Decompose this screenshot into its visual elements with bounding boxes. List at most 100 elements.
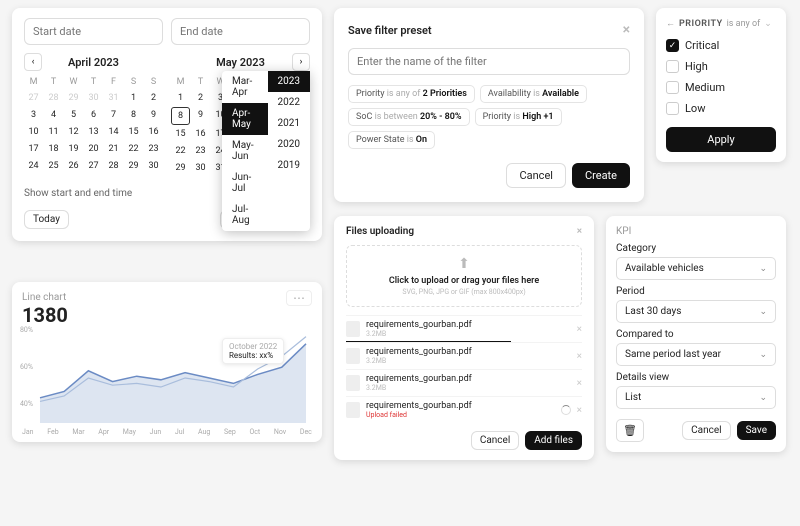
cancel-button[interactable]: Cancel xyxy=(506,163,565,188)
dropzone[interactable]: ⬆ Click to upload or drag your files her… xyxy=(346,245,582,307)
day-cell[interactable]: 30 xyxy=(191,160,210,176)
retry-icon[interactable] xyxy=(561,405,571,415)
checkbox[interactable]: ✓ xyxy=(666,39,679,52)
range-option[interactable]: May-Jun xyxy=(222,135,268,167)
day-cell[interactable]: 30 xyxy=(84,90,103,106)
priority-option[interactable]: High xyxy=(666,56,776,77)
select-details-view[interactable]: List⌄ xyxy=(616,386,776,409)
day-cell[interactable]: 15 xyxy=(124,124,143,140)
day-cell[interactable]: 14 xyxy=(104,124,123,140)
day-cell[interactable]: 13 xyxy=(84,124,103,140)
year-option[interactable]: 2021 xyxy=(268,113,310,134)
filter-name-input[interactable] xyxy=(348,48,630,75)
day-cell[interactable]: 27 xyxy=(84,158,103,174)
day-cell[interactable]: 11 xyxy=(44,124,63,140)
checkbox[interactable] xyxy=(666,102,679,115)
month-label[interactable]: April 2023 xyxy=(68,56,119,69)
day-cell[interactable]: 2 xyxy=(144,90,163,106)
day-cell[interactable]: 20 xyxy=(84,141,103,157)
save-button[interactable]: Save xyxy=(737,421,776,440)
priority-option[interactable]: ✓Critical xyxy=(666,35,776,56)
day-cell[interactable]: 23 xyxy=(191,143,210,159)
year-option[interactable]: 2023 xyxy=(268,71,310,92)
day-cell[interactable]: 19 xyxy=(64,141,83,157)
day-cell[interactable]: 3 xyxy=(24,107,43,123)
chevron-down-icon[interactable]: ⌄ xyxy=(764,19,772,29)
x-tick: Feb xyxy=(47,428,58,436)
range-option[interactable]: Jun-Jul xyxy=(222,167,268,199)
select-category[interactable]: Available vehicles⌄ xyxy=(616,257,776,280)
year-option[interactable]: 2020 xyxy=(268,134,310,155)
year-option[interactable]: 2022 xyxy=(268,92,310,113)
remove-file-button[interactable]: × xyxy=(577,351,582,362)
day-cell[interactable]: 4 xyxy=(44,107,63,123)
remove-file-button[interactable]: × xyxy=(577,378,582,389)
day-cell[interactable]: 23 xyxy=(144,141,163,157)
day-cell[interactable]: 31 xyxy=(104,90,123,106)
end-date-input[interactable] xyxy=(171,18,310,45)
apply-button[interactable]: Apply xyxy=(666,127,776,152)
priority-option[interactable]: Low xyxy=(666,98,776,119)
range-option[interactable]: Jul-Aug xyxy=(222,199,268,231)
day-cell[interactable]: 28 xyxy=(44,90,63,106)
select-compared-to[interactable]: Same period last year⌄ xyxy=(616,343,776,366)
day-cell[interactable]: 29 xyxy=(124,158,143,174)
next-month-button[interactable]: › xyxy=(292,53,310,71)
checkbox[interactable] xyxy=(666,60,679,73)
trash-icon: 🗑 xyxy=(623,424,637,437)
day-cell[interactable]: 22 xyxy=(171,143,190,159)
day-cell[interactable]: 22 xyxy=(124,141,143,157)
create-button[interactable]: Create xyxy=(572,163,630,188)
cancel-button[interactable]: Cancel xyxy=(471,431,519,450)
remove-file-button[interactable]: × xyxy=(577,324,582,335)
day-cell[interactable]: 9 xyxy=(144,107,163,123)
day-cell[interactable]: 24 xyxy=(24,158,43,174)
remove-file-button[interactable]: × xyxy=(577,405,582,416)
day-cell[interactable]: 27 xyxy=(24,90,43,106)
day-cell[interactable]: 16 xyxy=(144,124,163,140)
priority-option[interactable]: Medium xyxy=(666,77,776,98)
checkbox[interactable] xyxy=(666,81,679,94)
cancel-button[interactable]: Cancel xyxy=(682,421,730,440)
day-cell[interactable]: 25 xyxy=(44,158,63,174)
day-cell[interactable]: 30 xyxy=(144,158,163,174)
start-date-input[interactable] xyxy=(24,18,163,45)
condition-text[interactable]: is any of xyxy=(727,19,761,29)
field-label: Details view xyxy=(616,372,776,383)
day-cell[interactable]: 6 xyxy=(84,107,103,123)
day-cell[interactable]: 26 xyxy=(64,158,83,174)
day-cell[interactable]: 29 xyxy=(171,160,190,176)
day-cell[interactable]: 29 xyxy=(64,90,83,106)
delete-button[interactable]: 🗑 xyxy=(616,419,644,442)
day-cell[interactable]: 9 xyxy=(191,107,210,125)
day-cell[interactable]: 5 xyxy=(64,107,83,123)
day-cell[interactable]: 1 xyxy=(171,90,190,106)
day-cell[interactable]: 15 xyxy=(171,126,190,142)
day-cell[interactable]: 10 xyxy=(24,124,43,140)
close-icon[interactable]: × xyxy=(577,226,582,237)
today-button[interactable]: Today xyxy=(24,210,69,229)
range-option[interactable]: Mar-Apr xyxy=(222,71,268,103)
day-cell[interactable]: 12 xyxy=(64,124,83,140)
line-chart-card: Line chart 1380 ⋯ 80%60%40% JanFebMarApr… xyxy=(12,282,322,442)
day-cell[interactable]: 2 xyxy=(191,90,210,106)
day-cell[interactable]: 1 xyxy=(124,90,143,106)
more-menu-button[interactable]: ⋯ xyxy=(286,290,312,306)
range-option[interactable]: Apr-May xyxy=(222,103,268,135)
close-icon[interactable]: × xyxy=(623,22,630,38)
day-cell[interactable]: 8 xyxy=(171,107,190,125)
month-label[interactable]: May 2023 xyxy=(216,56,265,69)
day-cell[interactable]: 17 xyxy=(24,141,43,157)
select-period[interactable]: Last 30 days⌄ xyxy=(616,300,776,323)
day-cell[interactable]: 16 xyxy=(191,126,210,142)
day-cell[interactable]: 28 xyxy=(104,158,123,174)
day-cell[interactable]: 7 xyxy=(104,107,123,123)
day-cell[interactable]: 18 xyxy=(44,141,63,157)
year-option[interactable]: 2019 xyxy=(268,155,310,176)
day-cell[interactable]: 21 xyxy=(104,141,123,157)
day-cell[interactable]: 8 xyxy=(124,107,143,123)
upload-icon: ⬆ xyxy=(355,256,573,272)
add-files-button[interactable]: Add files xyxy=(525,431,582,450)
prev-month-button[interactable]: ‹ xyxy=(24,53,42,71)
back-icon[interactable]: ← xyxy=(666,18,675,29)
